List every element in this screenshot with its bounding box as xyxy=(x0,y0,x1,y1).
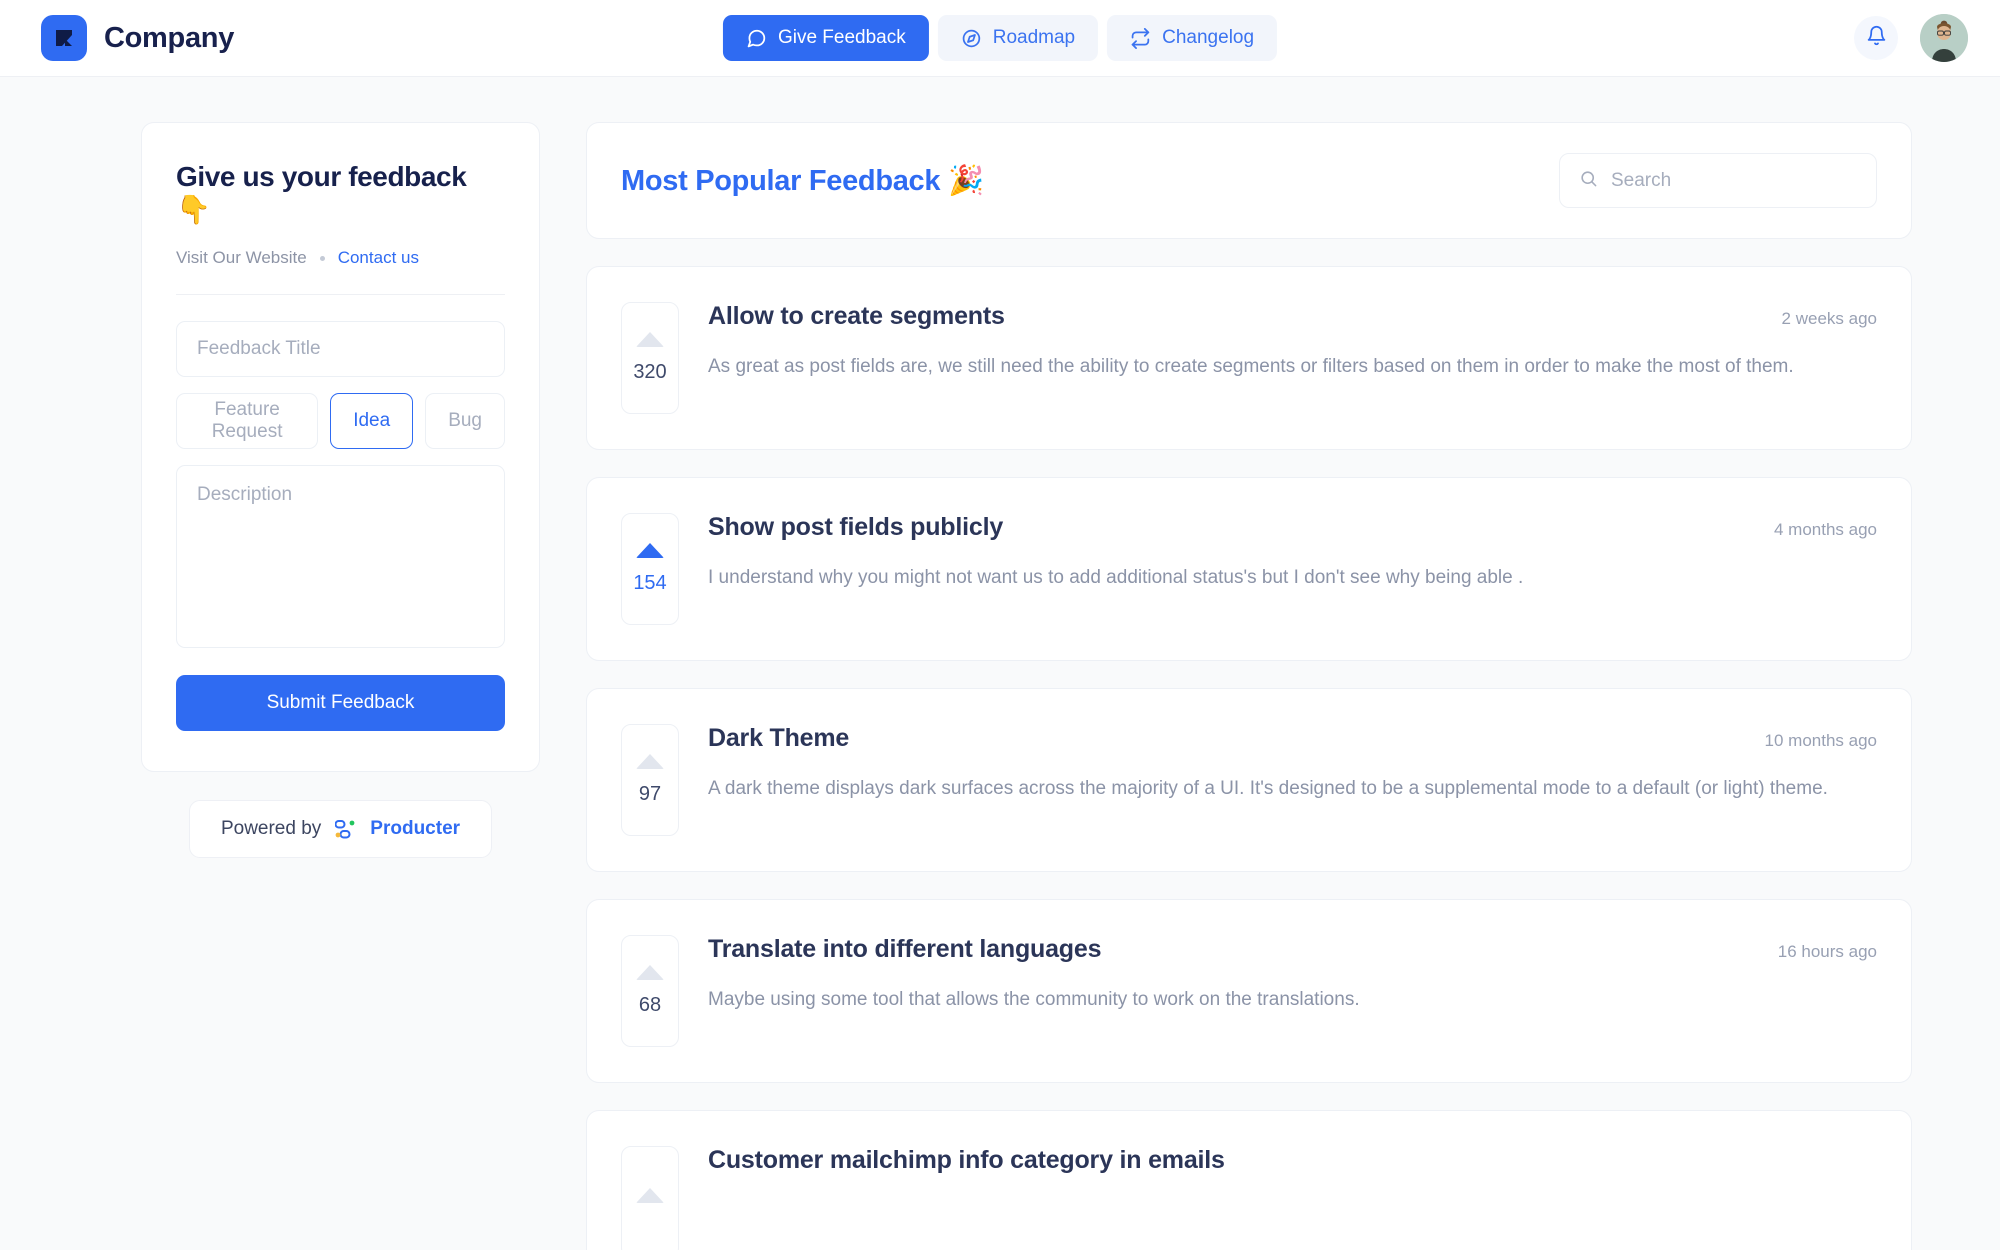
feedback-item-body: Dark Theme 10 months ago A dark theme di… xyxy=(708,724,1877,836)
vote-count: 320 xyxy=(633,361,667,383)
nav-give-feedback-label: Give Feedback xyxy=(777,27,906,48)
feedback-item-head: Dark Theme 10 months ago xyxy=(708,724,1877,753)
feedback-item-title: Dark Theme xyxy=(708,724,850,752)
upvote-button[interactable]: 97 xyxy=(621,724,679,836)
upvote-button[interactable]: 68 xyxy=(621,935,679,1047)
form-links: Visit Our Website Contact us xyxy=(176,248,505,295)
feedback-description-input[interactable] xyxy=(176,465,505,648)
nav-roadmap[interactable]: Roadmap xyxy=(937,15,1099,61)
app-header: Company Give Feedback Roadmap Changelog xyxy=(0,0,2000,77)
refresh-cycle-icon xyxy=(1130,27,1151,49)
dot-separator xyxy=(319,255,325,261)
feedback-list-header: Most Popular Feedback 🎉 xyxy=(586,122,1912,239)
visit-website-link[interactable]: Visit Our Website xyxy=(176,248,307,268)
brand[interactable]: Company xyxy=(41,15,234,61)
feedback-item[interactable]: 320 Allow to create segments 2 weeks ago… xyxy=(586,266,1912,450)
feedback-item-description: A dark theme displays dark surfaces acro… xyxy=(708,778,1828,799)
feedback-item-time: 2 weeks ago xyxy=(1781,309,1877,328)
feedback-item-description: I understand why you might not want us t… xyxy=(708,567,1524,588)
vote-count: 97 xyxy=(638,783,662,805)
search-box[interactable] xyxy=(1559,153,1877,208)
feedback-item-body: Allow to create segments 2 weeks ago As … xyxy=(708,302,1877,414)
upvote-triangle-icon xyxy=(636,543,664,558)
nav-give-feedback[interactable]: Give Feedback xyxy=(722,15,929,61)
feedback-item-time: 16 hours ago xyxy=(1777,942,1877,961)
producter-logo-icon xyxy=(335,819,356,839)
bell-icon xyxy=(1866,25,1887,51)
feedback-item-title: Customer mailchimp info category in emai… xyxy=(708,1146,1225,1174)
vote-count: 68 xyxy=(638,994,662,1016)
feedback-item-title: Show post fields publicly xyxy=(708,513,1004,541)
upvote-triangle-icon xyxy=(636,1187,664,1203)
producter-brand-label: Producter xyxy=(370,818,461,839)
upvote-button[interactable]: 320 xyxy=(621,302,679,414)
feedback-item-body: Customer mailchimp info category in emai… xyxy=(708,1146,1877,1250)
feedback-item-body: Translate into different languages 16 ho… xyxy=(708,935,1877,1047)
powered-by-badge[interactable]: Powered by Producter xyxy=(188,800,493,858)
upvote-triangle-icon xyxy=(636,754,664,769)
feedback-item[interactable]: 154 Show post fields publicly 4 months a… xyxy=(586,477,1912,661)
upvote-button[interactable] xyxy=(621,1146,679,1250)
feedback-list-column: Most Popular Feedback 🎉 320 Allow to xyxy=(540,122,2000,1250)
feedback-item-body: Show post fields publicly 4 months ago I… xyxy=(708,513,1877,625)
submit-feedback-button[interactable]: Submit Feedback xyxy=(176,675,505,731)
header-actions xyxy=(1854,14,1968,62)
upvote-triangle-icon xyxy=(636,332,664,347)
feedback-item-head: Customer mailchimp info category in emai… xyxy=(708,1146,1877,1175)
contact-us-link[interactable]: Contact us xyxy=(338,248,419,268)
feedback-item-head: Allow to create segments 2 weeks ago xyxy=(708,302,1877,331)
feedback-item-head: Translate into different languages 16 ho… xyxy=(708,935,1877,964)
upvote-button[interactable]: 154 xyxy=(621,513,679,625)
type-feature-request-button[interactable]: Feature Request xyxy=(176,393,319,449)
nav-changelog[interactable]: Changelog xyxy=(1107,15,1278,61)
type-bug-button[interactable]: Bug xyxy=(425,393,505,449)
search-icon xyxy=(1579,169,1598,193)
feedback-item-time: 4 months ago xyxy=(1773,520,1877,539)
main-nav: Give Feedback Roadmap Changelog xyxy=(722,15,1278,61)
feedback-item-head: Show post fields publicly 4 months ago xyxy=(708,513,1877,542)
company-logo-icon xyxy=(41,15,87,61)
vote-count: 154 xyxy=(633,572,667,594)
feedback-item-title: Allow to create segments xyxy=(708,302,1005,330)
feedback-item-description: As great as post fields are, we still ne… xyxy=(708,356,1794,377)
chat-bubble-icon xyxy=(746,28,767,49)
brand-name: Company xyxy=(104,21,235,54)
type-idea-button[interactable]: Idea xyxy=(330,393,414,449)
feedback-item[interactable]: 97 Dark Theme 10 months ago A dark theme… xyxy=(586,688,1912,872)
upvote-triangle-icon xyxy=(636,965,664,980)
feedback-type-group: Feature Request Idea Bug xyxy=(176,393,505,449)
nav-changelog-label: Changelog xyxy=(1162,27,1255,48)
search-input[interactable] xyxy=(1611,169,1857,192)
avatar[interactable] xyxy=(1920,14,1968,62)
feedback-title-input[interactable] xyxy=(176,321,505,377)
compass-icon xyxy=(961,28,982,49)
feedback-form-column: Give us your feedback 👇 Visit Our Websit… xyxy=(0,122,540,1250)
nav-roadmap-label: Roadmap xyxy=(992,27,1076,48)
feedback-item-description: Maybe using some tool that allows the co… xyxy=(708,989,1360,1010)
section-title: Most Popular Feedback 🎉 xyxy=(621,164,984,197)
notifications-button[interactable] xyxy=(1854,16,1898,60)
powered-by-label: Powered by xyxy=(220,818,322,839)
feedback-item-title: Translate into different languages xyxy=(708,935,1102,963)
page-body: Give us your feedback 👇 Visit Our Websit… xyxy=(0,77,2000,1250)
feedback-item[interactable]: 68 Translate into different languages 16… xyxy=(586,899,1912,1083)
feedback-form-card: Give us your feedback 👇 Visit Our Websit… xyxy=(141,122,540,772)
page-title: Give us your feedback 👇 xyxy=(176,161,467,225)
feedback-item-time: 10 months ago xyxy=(1764,731,1877,750)
feedback-item[interactable]: Customer mailchimp info category in emai… xyxy=(586,1110,1912,1250)
